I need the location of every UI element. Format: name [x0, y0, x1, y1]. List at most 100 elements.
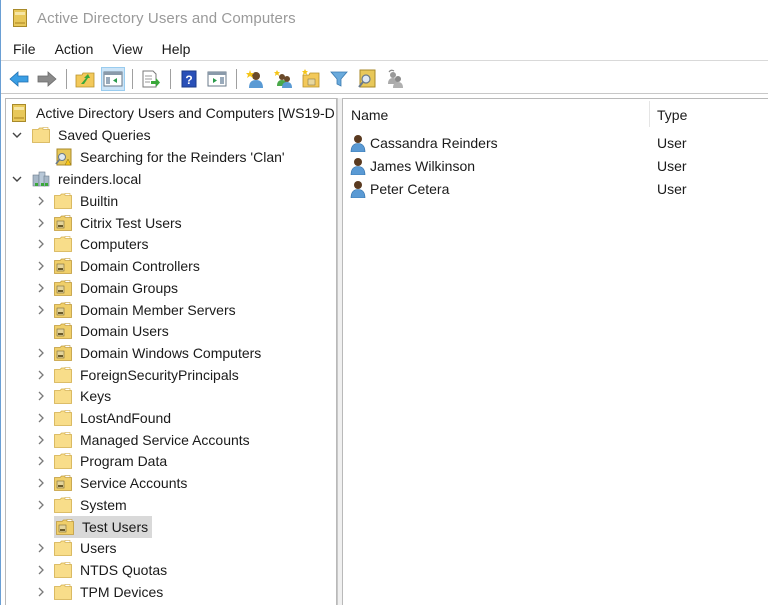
chevron-right-icon[interactable]: [34, 259, 48, 273]
list-row[interactable]: James Wilkinson User: [343, 155, 768, 177]
tree-item-label: Builtin: [80, 193, 119, 209]
chevron-down-icon[interactable]: [10, 128, 24, 142]
chevron-right-icon[interactable]: [34, 411, 48, 425]
tree-item-domain[interactable]: reinders.local: [10, 168, 143, 190]
organizational-unit-icon: [54, 323, 72, 340]
tree-item-computers[interactable]: Computers: [34, 233, 150, 255]
toolbar-separator: [236, 68, 237, 89]
list-row[interactable]: Peter Cetera User: [343, 178, 768, 200]
console-tree-icon: [103, 71, 123, 86]
new-user-button[interactable]: [243, 67, 267, 91]
tree-root[interactable]: Active Directory Users and Computers [WS…: [10, 102, 336, 124]
chevron-right-icon[interactable]: [34, 194, 48, 208]
tree-item-domain-groups[interactable]: Domain Groups: [34, 277, 180, 299]
chevron-right-icon[interactable]: [34, 454, 48, 468]
tree-item-domain-controllers[interactable]: Domain Controllers: [34, 255, 202, 277]
app-icon: [13, 9, 27, 27]
show-hide-console-tree-button[interactable]: [101, 66, 125, 91]
tree-item-users[interactable]: Users: [34, 537, 119, 559]
help-button[interactable]: ?: [177, 67, 201, 91]
tree-item-citrix-test-users[interactable]: Citrix Test Users: [34, 212, 184, 234]
folder-icon: [54, 366, 72, 383]
chevron-right-icon[interactable]: [34, 303, 48, 317]
chevron-right-icon[interactable]: [34, 585, 48, 599]
tree-item-content: Domain Member Servers: [54, 301, 238, 319]
tree-item-label: Domain Users: [80, 323, 169, 340]
chevron-right-icon[interactable]: [34, 476, 48, 490]
tree-item-label: reinders.local: [58, 171, 142, 187]
tree-item-service-accounts[interactable]: Service Accounts: [34, 472, 189, 494]
folder-icon: [54, 562, 72, 578]
tree-item-domain-member-servers[interactable]: Domain Member Servers: [34, 299, 238, 321]
menu-help[interactable]: Help: [162, 41, 191, 57]
user-icon: [350, 135, 366, 152]
chevron-right-icon[interactable]: [34, 281, 48, 295]
tree-item-label: Saved Queries: [58, 127, 151, 143]
show-hide-action-pane-button[interactable]: [205, 67, 229, 91]
tree-item-content: Keys: [54, 387, 113, 405]
tree-item-label: Domain Member Servers: [80, 301, 236, 318]
new-group-button[interactable]: [271, 67, 295, 91]
menu-file[interactable]: File: [13, 41, 36, 57]
up-one-level-button[interactable]: [73, 67, 97, 91]
chevron-right-icon[interactable]: [34, 368, 48, 382]
column-header-name[interactable]: Name: [351, 107, 388, 123]
domain-icon: [32, 171, 50, 187]
tree-item-saved-queries[interactable]: Saved Queries: [10, 124, 153, 146]
tree-item-content: NTDS Quotas: [54, 561, 169, 579]
toolbar-separator: [170, 68, 171, 89]
saved-query-icon: [54, 148, 72, 166]
chevron-right-icon[interactable]: [34, 216, 48, 230]
tree-item-domain-windows-computers[interactable]: Domain Windows Computers: [34, 342, 263, 364]
tree-item-system[interactable]: System: [34, 494, 129, 516]
add-to-group-button[interactable]: [383, 67, 407, 91]
filter-icon: [330, 71, 348, 87]
toolbar-separator: [132, 68, 133, 89]
tree-item-saved-query[interactable]: Searching for the Reinders 'Clan': [54, 146, 287, 168]
chevron-right-icon[interactable]: [34, 237, 48, 251]
back-arrow-icon: [9, 70, 29, 87]
chevron-right-icon[interactable]: [34, 433, 48, 447]
tree-item-label: Domain Controllers: [80, 258, 200, 275]
filter-button[interactable]: [327, 67, 351, 91]
list-header: Name Type: [343, 99, 768, 129]
export-list-button[interactable]: [139, 67, 163, 91]
menu-action[interactable]: Action: [55, 41, 94, 57]
back-button[interactable]: [7, 67, 31, 91]
find-button[interactable]: [355, 67, 379, 91]
new-ou-button[interactable]: [299, 67, 323, 91]
tree-item-content: ForeignSecurityPrincipals: [54, 366, 241, 384]
column-header-type[interactable]: Type: [657, 107, 687, 123]
chevron-right-icon[interactable]: [34, 389, 48, 403]
object-type: User: [657, 135, 687, 151]
forward-arrow-icon: [37, 70, 57, 87]
tree-item-builtin[interactable]: Builtin: [34, 190, 120, 212]
chevron-right-icon[interactable]: [34, 498, 48, 512]
folder-icon: [54, 540, 72, 557]
chevron-right-icon[interactable]: [34, 563, 48, 577]
tree-item-tpm-devices[interactable]: TPM Devices: [34, 581, 165, 603]
tree-item-lostandfound[interactable]: LostAndFound: [34, 407, 173, 429]
menu-view[interactable]: View: [112, 41, 142, 57]
chevron-right-icon[interactable]: [34, 346, 48, 360]
forward-button[interactable]: [35, 67, 59, 91]
tree-item-foreignsecurityprincipals[interactable]: ForeignSecurityPrincipals: [34, 364, 241, 386]
object-type: User: [657, 181, 687, 197]
tree-item-keys[interactable]: Keys: [34, 385, 113, 407]
tree-item-managed-service-accounts[interactable]: Managed Service Accounts: [34, 429, 252, 451]
action-pane-icon: [207, 71, 227, 86]
chevron-right-icon[interactable]: [34, 541, 48, 555]
new-user-icon: [246, 69, 263, 88]
chevron-down-icon[interactable]: [10, 172, 24, 186]
user-name: Peter Cetera: [370, 181, 450, 197]
tree-item-label: NTDS Quotas: [80, 561, 168, 578]
tree-item-domain-users[interactable]: Domain Users: [34, 320, 171, 342]
list-row[interactable]: Cassandra Reinders User: [343, 132, 768, 154]
tree-item-ntds-quotas[interactable]: NTDS Quotas: [34, 559, 169, 581]
user-icon: [350, 158, 366, 175]
tree-item-program-data[interactable]: Program Data: [34, 450, 169, 472]
new-group-icon: [274, 69, 292, 88]
column-divider[interactable]: [649, 101, 650, 127]
tree-item-test-users[interactable]: Test Users: [34, 515, 153, 538]
user-icon: [350, 181, 366, 198]
